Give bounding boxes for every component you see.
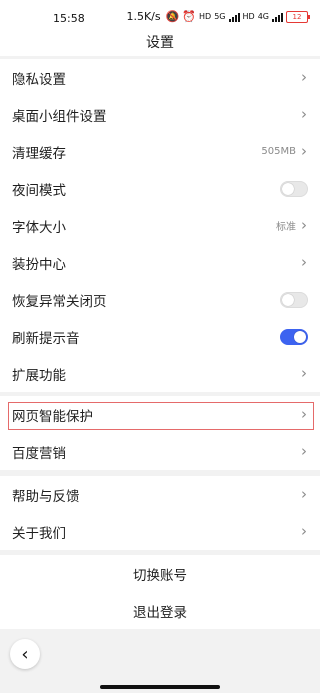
row-about[interactable]: 关于我们 › [0,513,320,550]
row-font-size[interactable]: 字体大小 标准 › [0,207,320,244]
chevron-right-icon: › [301,485,307,503]
home-indicator[interactable] [100,685,220,689]
status-bar: 15:58 1.5K/s 🔕 ⏰ HD 5G HD 4G 12 [0,0,320,34]
row-privacy[interactable]: 隐私设置 › [0,59,320,96]
row-restore-pages: 恢复异常关闭页 [0,281,320,318]
cache-size-value: 505MB [261,146,296,157]
row-about-label: 关于我们 [12,525,66,542]
chevron-right-icon: › [301,522,307,540]
chevron-right-icon: › [301,253,307,271]
signal-icon-2 [272,12,283,22]
row-clear-cache-label: 清理缓存 [12,145,66,162]
restore-pages-toggle[interactable] [280,291,308,308]
chevron-right-icon: › [301,442,307,460]
row-font-size-label: 字体大小 [12,219,66,236]
mute-icon: 🔕 [165,10,180,23]
status-time: 15:58 [53,12,85,25]
switch-account-button[interactable]: 切换账号 [0,555,320,592]
logout-button[interactable]: 退出登录 [0,592,320,629]
settings-group-account: 切换账号 退出登录 [0,555,320,629]
row-privacy-label: 隐私设置 [12,71,66,88]
refresh-sound-toggle[interactable] [280,328,308,345]
status-icons: 1.5K/s 🔕 ⏰ HD 5G HD 4G 12 [126,10,310,23]
settings-group-main: 隐私设置 › 桌面小组件设置 › 清理缓存 505MB › 夜间模式 字体大小 … [0,59,320,392]
row-decor-center[interactable]: 装扮中心 › [0,244,320,281]
settings-group-web: 网页智能保护 › 百度营销 › [0,396,320,470]
row-widget[interactable]: 桌面小组件设置 › [0,96,320,133]
row-refresh-sound-label: 刷新提示音 [12,330,80,347]
night-mode-toggle[interactable] [280,180,308,197]
row-baidu-marketing[interactable]: 百度营销 › [0,433,320,470]
battery-icon: 12 [286,10,310,23]
row-web-protection-label: 网页智能保护 [12,408,93,425]
settings-group-support: 帮助与反馈 › 关于我们 › [0,476,320,550]
chevron-right-icon: › [301,105,307,123]
row-night-mode: 夜间模式 [0,170,320,207]
row-decor-center-label: 装扮中心 [12,256,66,273]
signal-icon-1 [228,12,240,22]
bottom-bar: ‹ [0,629,320,693]
chevron-right-icon: › [301,216,307,234]
network-type-2: 4G [257,11,269,21]
page-header: 设置 [0,34,320,56]
row-web-protection[interactable]: 网页智能保护 › [0,396,320,433]
row-baidu-marketing-label: 百度营销 [12,445,66,462]
hd-badge-2: HD [242,11,255,21]
hd-badge-1: HD [199,11,212,21]
chevron-right-icon: › [301,364,307,382]
chevron-right-icon: › [301,142,307,160]
row-help-feedback-label: 帮助与反馈 [12,488,80,505]
row-refresh-sound: 刷新提示音 [0,318,320,355]
row-widget-label: 桌面小组件设置 [12,108,107,125]
row-night-mode-label: 夜间模式 [12,182,66,199]
page-title: 设置 [146,35,174,51]
logout-label: 退出登录 [133,604,187,621]
chevron-right-icon: › [301,405,307,423]
chevron-left-icon: ‹ [21,643,29,665]
network-speed: 1.5K/s [126,10,161,23]
switch-account-label: 切换账号 [133,567,187,584]
font-size-value: 标准 [276,222,296,233]
row-extensions-label: 扩展功能 [12,367,66,384]
row-help-feedback[interactable]: 帮助与反馈 › [0,476,320,513]
row-extensions[interactable]: 扩展功能 › [0,355,320,392]
alarm-icon: ⏰ [182,10,197,23]
row-restore-pages-label: 恢复异常关闭页 [12,293,107,310]
chevron-right-icon: › [301,68,307,86]
back-button[interactable]: ‹ [10,639,40,669]
row-clear-cache[interactable]: 清理缓存 505MB › [0,133,320,170]
network-type-1: 5G [214,11,226,21]
